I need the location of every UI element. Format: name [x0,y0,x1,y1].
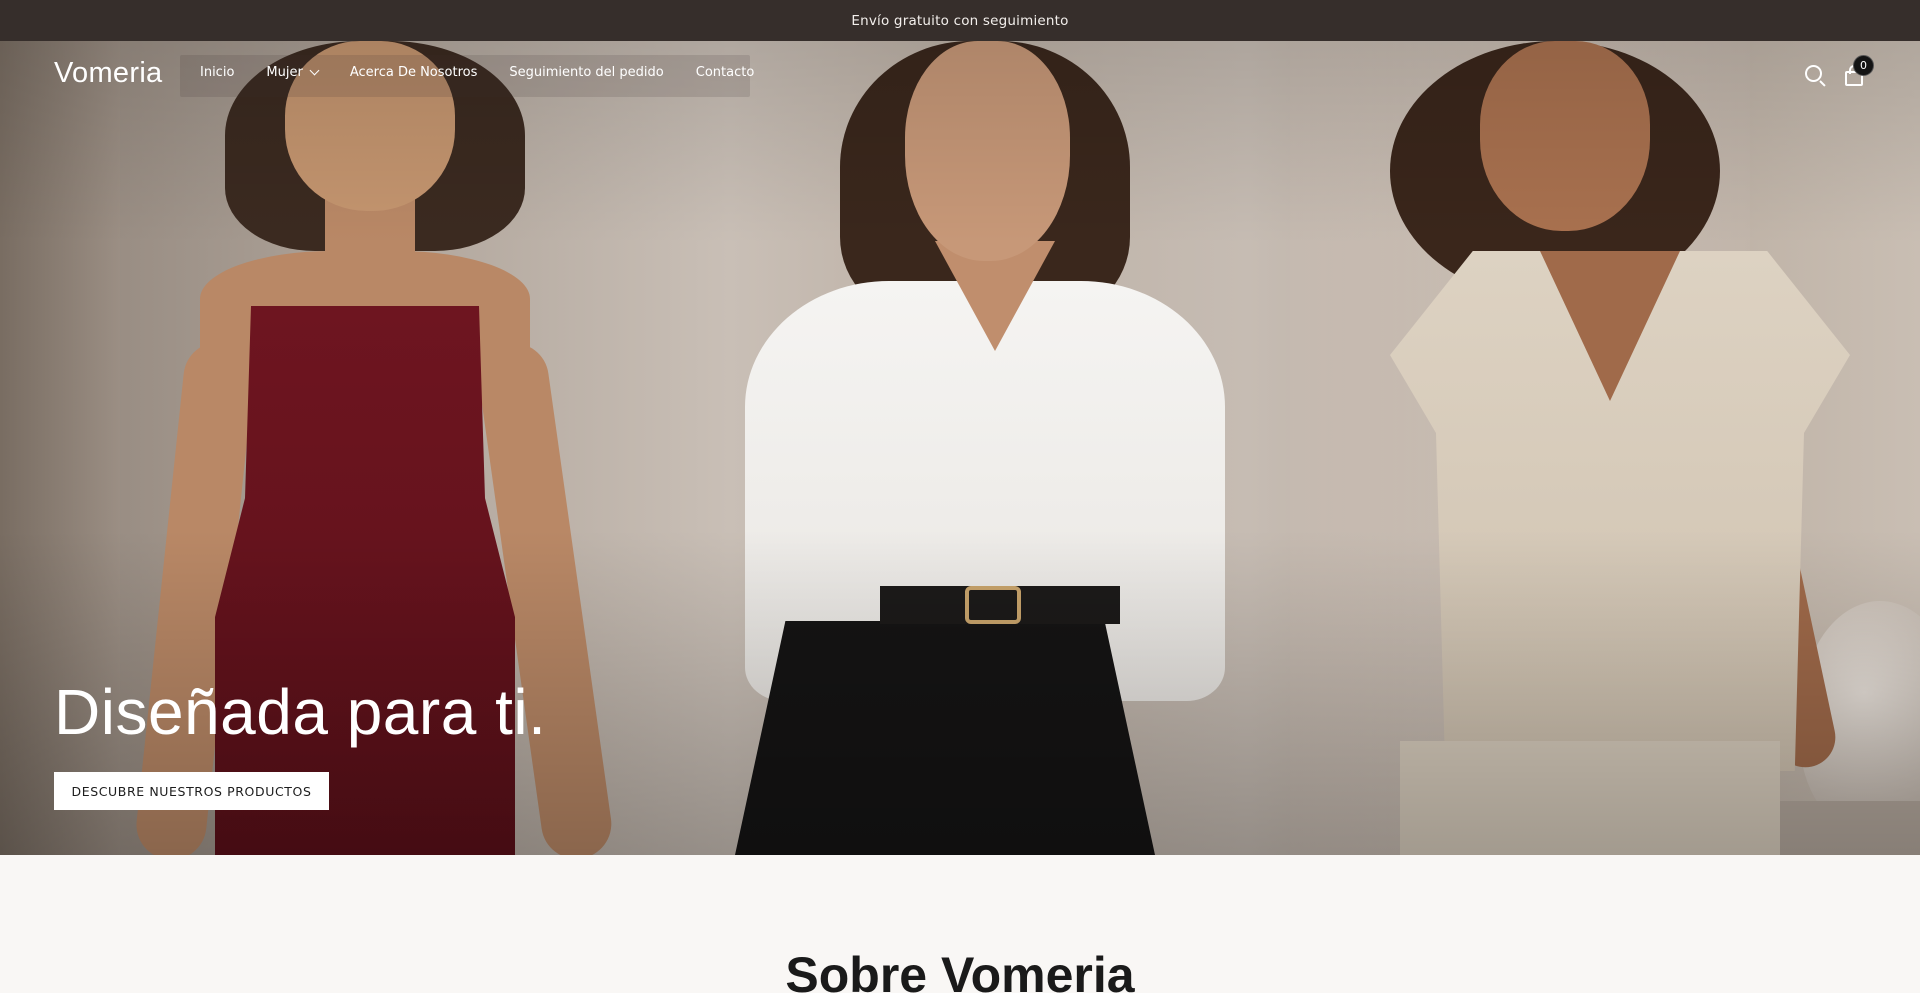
announcement-text: Envío gratuito con seguimiento [851,12,1069,29]
cart-count-badge: 0 [1853,55,1874,76]
hero-title: Diseñada para ti. [54,676,547,748]
nav-item-contacto[interactable]: Contacto [696,65,755,80]
search-button[interactable] [1804,64,1828,88]
discover-products-button[interactable]: DESCUBRE NUESTROS PRODUCTOS [54,772,329,810]
nav-item-acerca[interactable]: Acerca De Nosotros [350,65,478,80]
chevron-down-icon [309,65,320,76]
main-nav: Inicio Mujer Acerca De Nosotros Seguimie… [200,65,786,80]
site-header: Vomeria Inicio Mujer Acerca De Nosotros … [0,41,1920,107]
nav-item-label: Contacto [695,65,755,80]
nav-item-label: Inicio [200,65,235,80]
nav-item-label: Acerca De Nosotros [349,65,478,80]
nav-item-label: Mujer [266,65,303,80]
nav-item-seguimiento[interactable]: Seguimiento del pedido [509,65,663,80]
nav-item-mujer[interactable]: Mujer [266,65,320,80]
announcement-bar: Envío gratuito con seguimiento [0,0,1920,41]
site-logo[interactable]: Vomeria [54,57,163,90]
nav-item-inicio[interactable]: Inicio [200,65,234,80]
nav-item-label: Seguimiento del pedido [509,65,664,80]
about-section-title: Sobre Vomeria [785,947,1135,993]
